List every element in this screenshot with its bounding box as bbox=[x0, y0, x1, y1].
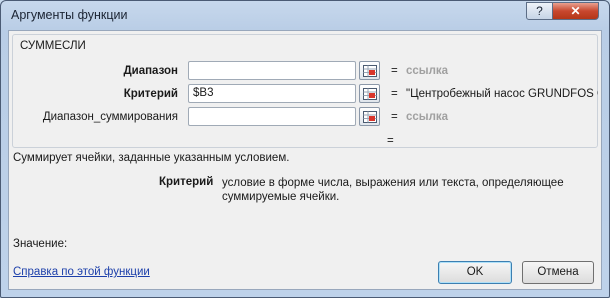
title-bar[interactable]: Аргументы функции ? ✕ bbox=[1, 1, 609, 31]
equals-sign: = bbox=[391, 88, 398, 100]
function-description: Суммирует ячейки, заданные указанным усл… bbox=[13, 152, 290, 164]
help-button[interactable]: ? bbox=[526, 2, 553, 20]
close-button[interactable]: ✕ bbox=[552, 2, 599, 20]
range-result: ссылка bbox=[406, 65, 449, 77]
equals-sign: = bbox=[391, 65, 398, 77]
dialog-window: Аргументы функции ? ✕ СУММЕСЛИ Диапазон … bbox=[0, 0, 610, 298]
sum-range-input[interactable] bbox=[188, 107, 356, 126]
window-title: Аргументы функции bbox=[11, 8, 128, 22]
arg-label-sum-range: Диапазон_суммирования bbox=[42, 111, 178, 123]
arg-label-range: Диапазон bbox=[123, 65, 178, 77]
function-name: СУММЕСЛИ bbox=[20, 40, 86, 52]
range-select-icon bbox=[363, 65, 377, 77]
value-label: Значение: bbox=[13, 238, 68, 250]
equals-sign: = bbox=[391, 111, 398, 123]
sum-range-result: ссылка bbox=[406, 111, 449, 123]
cancel-button[interactable]: Отмена bbox=[522, 261, 594, 284]
arguments-group: СУММЕСЛИ Диапазон = ссылка Критерий $B3 bbox=[12, 34, 598, 148]
ok-button[interactable]: OK bbox=[438, 261, 512, 284]
argument-help-name: Критерий bbox=[159, 176, 214, 188]
range-select-icon bbox=[363, 111, 377, 123]
dialog-body: СУММЕСЛИ Диапазон = ссылка Критерий $B3 bbox=[8, 30, 602, 290]
help-link[interactable]: Справка по этой функции bbox=[13, 266, 150, 278]
criteria-collapse-button[interactable] bbox=[359, 84, 380, 103]
criteria-result: "Центробежный насос GRUNDFOS CF bbox=[406, 88, 598, 100]
range-select-icon bbox=[363, 88, 377, 100]
formula-result-equals: = bbox=[387, 135, 394, 147]
range-input[interactable] bbox=[188, 61, 356, 80]
range-collapse-button[interactable] bbox=[359, 61, 380, 80]
argument-help-text: условие в форме числа, выражения или тек… bbox=[222, 177, 564, 203]
sum-range-collapse-button[interactable] bbox=[359, 107, 380, 126]
criteria-input[interactable]: $B3 bbox=[188, 84, 356, 103]
arg-label-criteria: Критерий bbox=[123, 88, 178, 100]
